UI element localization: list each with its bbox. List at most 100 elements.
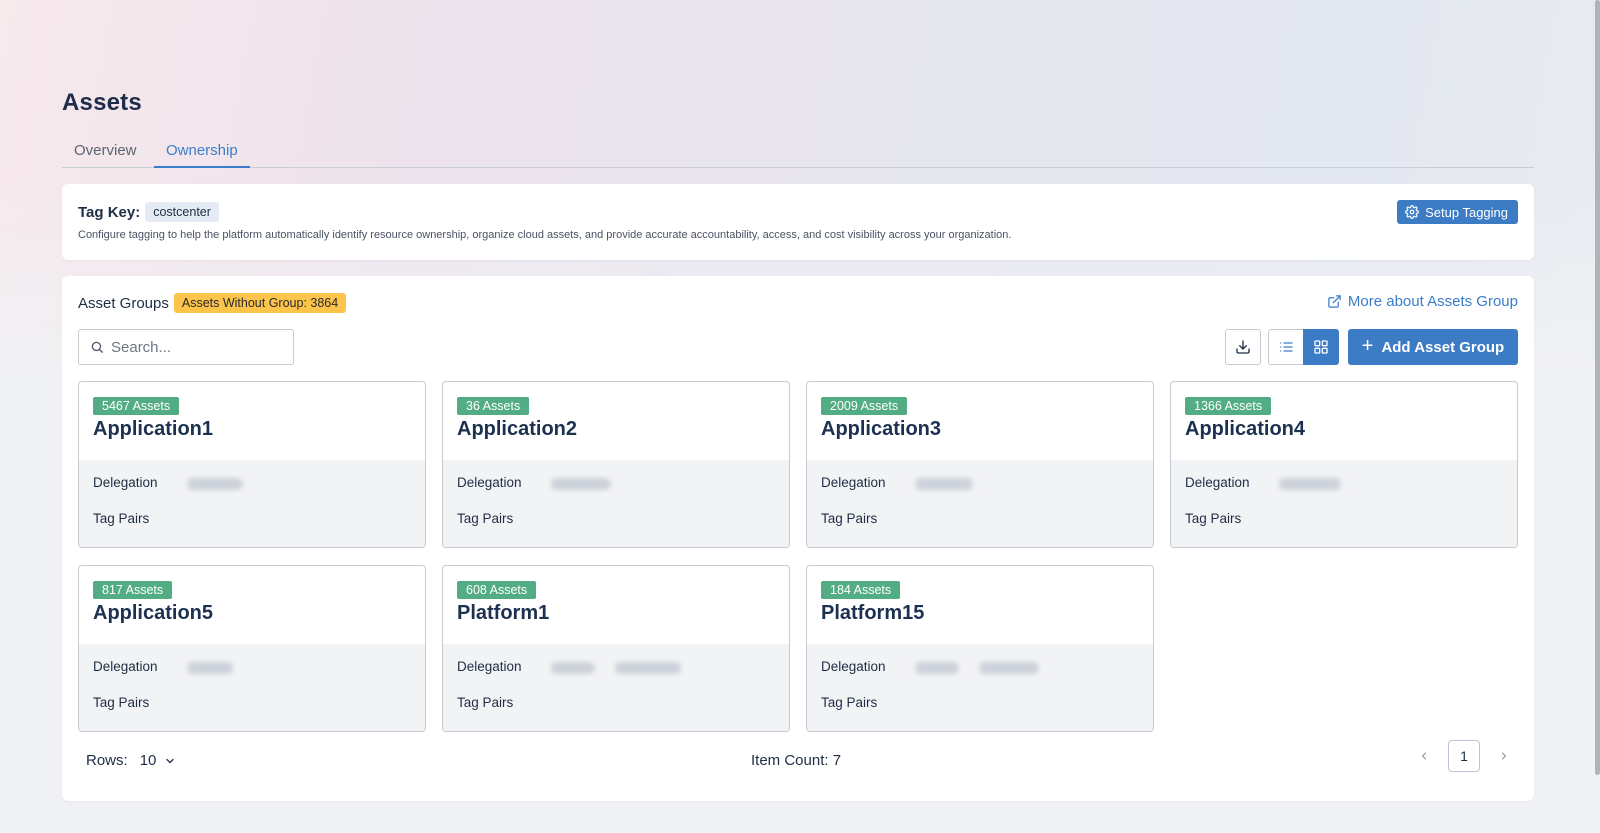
delegation-value-redacted — [979, 662, 1039, 674]
asset-group-name: Application4 — [1185, 418, 1306, 440]
delegation-value-redacted — [615, 662, 681, 674]
rows-per-page-select[interactable]: Rows: 10 — [86, 752, 176, 769]
delegation-label: Delegation — [1185, 475, 1250, 490]
vertical-scrollbar[interactable] — [1595, 0, 1600, 775]
page-number-button[interactable]: 1 — [1448, 740, 1480, 772]
asset-group-card-header: 5467 Assets Application1 — [79, 382, 425, 460]
asset-group-card[interactable]: 608 Assets Platform1 Delegation Tag Pair… — [442, 565, 790, 732]
assets-without-group-badge[interactable]: Assets Without Group: 3864 — [173, 293, 347, 313]
add-asset-group-label: Add Asset Group — [1381, 338, 1505, 356]
page: Assets Overview Ownership Tag Key: costc… — [62, 0, 1534, 833]
gear-icon — [1405, 205, 1420, 219]
tag-pairs-label: Tag Pairs — [93, 511, 150, 526]
external-link-icon — [1327, 294, 1342, 309]
page-title: Assets — [62, 89, 142, 116]
delegation-value-redacted — [915, 478, 973, 490]
asset-groups-card: Asset Groups Assets Without Group: 3864 … — [62, 276, 1534, 801]
tag-pairs-label: Tag Pairs — [457, 695, 514, 710]
list-view-button[interactable] — [1268, 329, 1304, 365]
add-asset-group-button[interactable]: + Add Asset Group — [1348, 329, 1518, 365]
asset-group-card[interactable]: 2009 Assets Application3 Delegation Tag … — [806, 381, 1154, 548]
list-view-icon — [1278, 339, 1294, 355]
tag-pairs-label: Tag Pairs — [457, 511, 514, 526]
tag-pairs-label: Tag Pairs — [821, 511, 878, 526]
asset-groups-header: Asset Groups Assets Without Group: 3864 — [78, 293, 347, 313]
item-count: Item Count: 7 — [751, 752, 842, 769]
more-link-label: More about Assets Group — [1347, 293, 1518, 310]
asset-group-name: Application1 — [93, 418, 214, 440]
delegation-value-redacted — [551, 478, 611, 490]
pagination-footer: Rows: 10 Item Count: 7 1 — [62, 740, 1534, 780]
delegation-value-redacted — [187, 478, 243, 490]
asset-group-card-header: 2009 Assets Application3 — [807, 382, 1153, 460]
tag-pairs-label: Tag Pairs — [1185, 511, 1242, 526]
delegation-value-redacted — [1279, 478, 1341, 490]
chevron-right-icon — [1498, 750, 1510, 762]
tag-pairs-label: Tag Pairs — [821, 695, 878, 710]
asset-group-name: Application3 — [821, 418, 942, 440]
delegation-label: Delegation — [457, 659, 522, 674]
delegation-value-redacted — [551, 662, 595, 674]
asset-group-card-header: 608 Assets Platform1 — [443, 566, 789, 644]
previous-page-button[interactable] — [1412, 740, 1436, 772]
asset-group-card[interactable]: 184 Assets Platform15 Delegation Tag Pai… — [806, 565, 1154, 732]
grid-view-button[interactable] — [1303, 329, 1339, 365]
asset-group-card[interactable]: 5467 Assets Application1 Delegation Tag … — [78, 381, 426, 548]
asset-count-badge: 5467 Assets — [93, 397, 180, 415]
next-page-button[interactable] — [1492, 740, 1516, 772]
asset-group-card-header: 36 Assets Application2 — [443, 382, 789, 460]
rows-value: 10 — [139, 752, 157, 769]
delegation-label: Delegation — [93, 659, 158, 674]
tag-key-value: costcenter — [145, 202, 219, 222]
tab-overview[interactable]: Overview — [62, 142, 149, 168]
asset-group-card[interactable]: 1366 Assets Application4 Delegation Tag … — [1170, 381, 1518, 548]
asset-count-badge: 2009 Assets — [821, 397, 908, 415]
search-icon — [90, 340, 104, 354]
delegation-label: Delegation — [821, 475, 886, 490]
asset-group-name: Platform1 — [457, 602, 550, 624]
asset-group-card-details: Delegation Tag Pairs — [807, 644, 1153, 731]
plus-icon: + — [1361, 335, 1374, 357]
asset-count-badge: 184 Assets — [821, 581, 901, 599]
tag-pairs-label: Tag Pairs — [93, 695, 150, 710]
asset-group-card[interactable]: 36 Assets Application2 Delegation Tag Pa… — [442, 381, 790, 548]
setup-tagging-label: Setup Tagging — [1425, 204, 1508, 220]
delegation-value-redacted — [915, 662, 959, 674]
asset-count-badge: 1366 Assets — [1185, 397, 1272, 415]
asset-count-badge: 817 Assets — [93, 581, 173, 599]
search-input[interactable] — [111, 338, 281, 356]
asset-group-card-details: Delegation Tag Pairs — [443, 460, 789, 547]
download-icon — [1235, 339, 1251, 355]
asset-group-card-header: 184 Assets Platform15 — [807, 566, 1153, 644]
rows-label: Rows: — [86, 752, 128, 769]
asset-group-card-details: Delegation Tag Pairs — [443, 644, 789, 731]
delegation-label: Delegation — [821, 659, 886, 674]
asset-count-badge: 608 Assets — [457, 581, 537, 599]
grid-view-icon — [1313, 339, 1329, 355]
asset-group-name: Application5 — [93, 602, 214, 624]
asset-groups-title: Asset Groups — [78, 294, 169, 312]
asset-group-card-header: 817 Assets Application5 — [79, 566, 425, 644]
asset-group-name: Platform15 — [821, 602, 925, 624]
asset-group-card-details: Delegation Tag Pairs — [79, 460, 425, 547]
tag-key-label: Tag Key: — [78, 203, 141, 221]
download-button[interactable] — [1225, 329, 1261, 365]
setup-tagging-button[interactable]: Setup Tagging — [1397, 200, 1518, 224]
more-about-assets-group-link[interactable]: More about Assets Group — [1327, 293, 1518, 310]
delegation-value-redacted — [187, 662, 233, 674]
tag-key-row: Tag Key: costcenter — [78, 202, 219, 222]
delegation-label: Delegation — [93, 475, 158, 490]
asset-count-badge: 36 Assets — [457, 397, 530, 415]
asset-group-card-details: Delegation Tag Pairs — [79, 644, 425, 731]
pager: 1 — [1412, 740, 1516, 772]
tag-key-description: Configure tagging to help the platform a… — [78, 229, 1012, 241]
tab-ownership[interactable]: Ownership — [154, 142, 250, 168]
asset-group-card[interactable]: 817 Assets Application5 Delegation Tag P… — [78, 565, 426, 732]
chevron-left-icon — [1418, 750, 1430, 762]
asset-group-card-details: Delegation Tag Pairs — [1171, 460, 1517, 547]
chevron-down-icon — [164, 755, 176, 767]
asset-group-card-header: 1366 Assets Application4 — [1171, 382, 1517, 460]
asset-group-name: Application2 — [457, 418, 578, 440]
tag-key-card: Tag Key: costcenter Configure tagging to… — [62, 184, 1534, 260]
asset-group-card-details: Delegation Tag Pairs — [807, 460, 1153, 547]
